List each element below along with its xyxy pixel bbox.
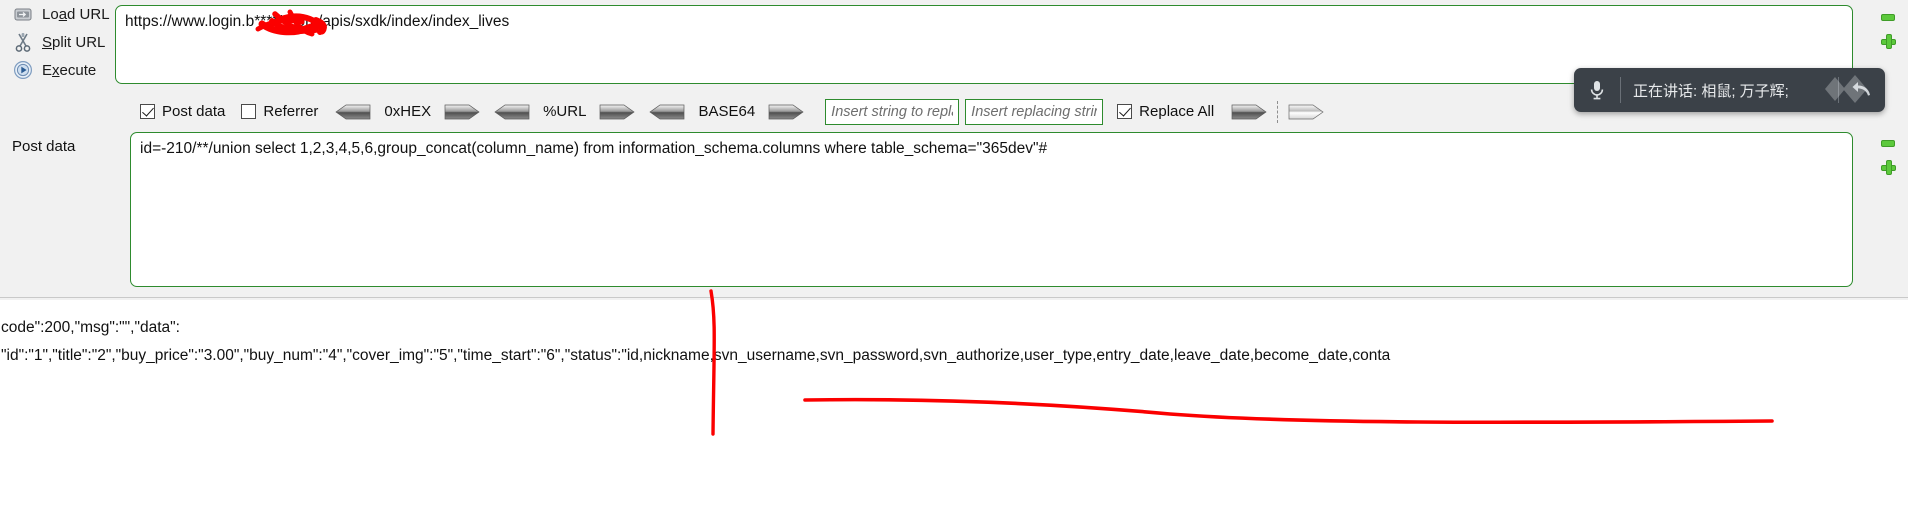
split-url-action[interactable]: Split URL	[0, 28, 128, 56]
load-url-label: Load URL	[42, 5, 110, 23]
url-encoder-label: %URL	[543, 103, 587, 120]
post-data-checkbox-box[interactable]	[140, 104, 155, 119]
response-line: "id":"1","title":"2","buy_price":"3.00",…	[1, 347, 1391, 364]
execute-action[interactable]: Execute	[0, 56, 128, 84]
green-minus-icon[interactable]	[1881, 10, 1897, 26]
url-encoder-group: %URL	[493, 103, 636, 120]
load-url-icon	[10, 3, 36, 25]
green-minus-icon[interactable]	[1881, 136, 1897, 152]
voice-status-text: 正在讲话: 相鼠; 万子辉;	[1633, 82, 1789, 100]
referrer-checkbox-label: Referrer	[263, 103, 319, 120]
hackbar-app-window: Load URL Split URL Execute https://www.l…	[0, 0, 1908, 531]
action-buttons-column: Load URL Split URL Execute	[0, 0, 128, 95]
replace-apply-arrow-icon[interactable]	[1230, 104, 1268, 120]
scissors-icon	[10, 31, 36, 53]
hex-decode-left-arrow-icon[interactable]	[334, 104, 372, 120]
referrer-checkbox[interactable]: Referrer	[241, 103, 318, 120]
url-encode-right-arrow-icon[interactable]	[598, 104, 636, 120]
hex-encoder-group: 0xHEX	[334, 103, 481, 120]
section-divider	[0, 297, 1908, 298]
replace-revert-arrow-icon[interactable]	[1287, 104, 1325, 120]
replace-search-input[interactable]	[825, 98, 960, 125]
replace-with-input[interactable]	[965, 98, 1104, 125]
play-icon	[10, 59, 36, 81]
replace-all-checkbox-box[interactable]	[1117, 104, 1133, 119]
base64-encoder-label: BASE64	[698, 103, 756, 120]
post-data-checkbox-label: Post data	[162, 103, 226, 120]
post-data-resize-controls	[1878, 136, 1900, 184]
undo-arrow-icon[interactable]	[1839, 80, 1885, 100]
split-url-label: Split URL	[42, 33, 106, 51]
post-data-input[interactable]	[130, 132, 1853, 287]
base64-decode-left-arrow-icon[interactable]	[648, 104, 686, 120]
response-line: code":200,"msg":"","data":	[1, 319, 180, 336]
post-data-checkbox[interactable]: Post data	[140, 103, 225, 120]
microphone-icon[interactable]	[1574, 79, 1620, 101]
toolbar-divider	[1277, 100, 1279, 123]
post-data-section: Post data	[0, 128, 1908, 292]
hex-encode-right-arrow-icon[interactable]	[443, 104, 481, 120]
hex-encoder-label: 0xHEX	[384, 103, 432, 120]
green-plus-icon[interactable]	[1881, 160, 1897, 176]
replace-all-checkbox-label: Replace All	[1139, 103, 1215, 120]
base64-encode-right-arrow-icon[interactable]	[767, 104, 805, 120]
base64-encoder-group: BASE64	[648, 103, 805, 120]
post-data-label: Post data	[12, 138, 76, 155]
replace-all-checkbox[interactable]: Replace All	[1117, 103, 1214, 120]
load-url-action[interactable]: Load URL	[0, 0, 128, 28]
referrer-checkbox-box[interactable]	[241, 104, 257, 119]
execute-label: Execute	[42, 61, 97, 79]
response-output-area[interactable]: code":200,"msg":"","data": "id":"1","tit…	[0, 300, 1908, 531]
voice-status-widget[interactable]: 正在讲话: 相鼠; 万子辉;	[1574, 68, 1885, 112]
url-decode-left-arrow-icon[interactable]	[493, 104, 531, 120]
url-resize-controls	[1878, 10, 1900, 58]
green-plus-icon[interactable]	[1881, 34, 1897, 50]
